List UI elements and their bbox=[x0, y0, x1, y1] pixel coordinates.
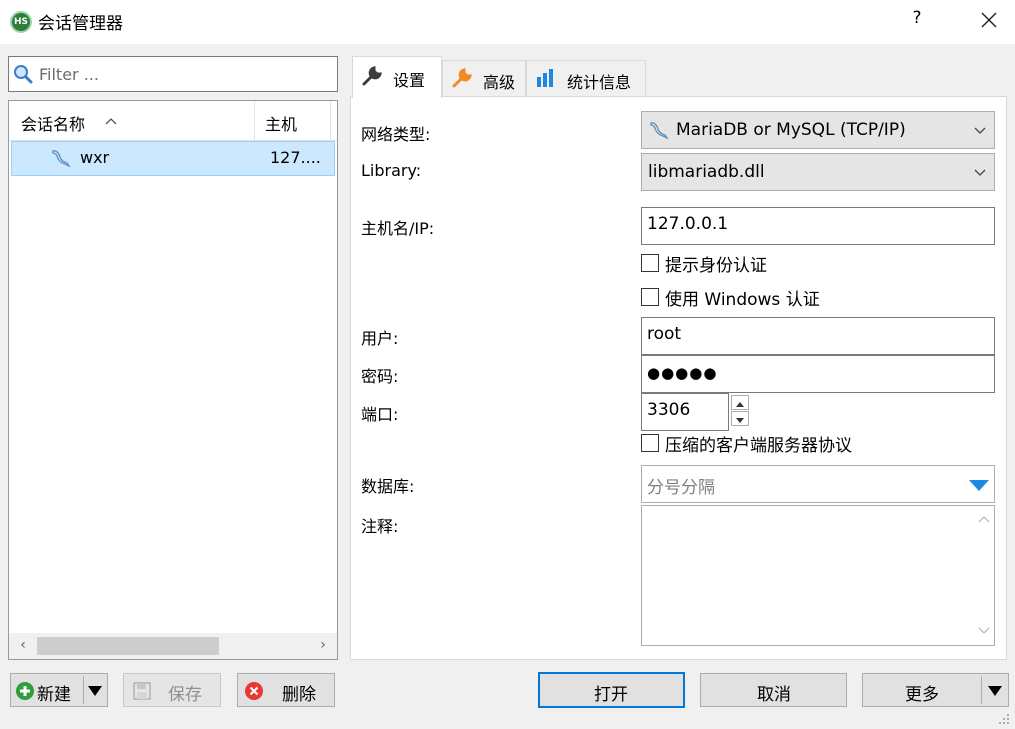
cancel-button-label: 取消 bbox=[757, 685, 791, 705]
hostname-input[interactable]: 127.0.0.1 bbox=[641, 207, 995, 245]
save-button-label: 保存 bbox=[168, 685, 202, 705]
add-icon bbox=[16, 682, 34, 700]
chevron-down-icon bbox=[974, 127, 986, 134]
mysql-dolphin-icon bbox=[52, 150, 71, 168]
split-divider bbox=[83, 676, 84, 704]
search-icon bbox=[14, 65, 33, 84]
wrench-icon bbox=[452, 68, 472, 88]
hostname-value: 127.0.0.1 bbox=[647, 214, 729, 234]
library-label: Library: bbox=[361, 161, 422, 180]
tab-statistics-label: 统计信息 bbox=[567, 73, 632, 92]
more-button[interactable]: 更多 bbox=[862, 673, 1009, 707]
cancel-button[interactable]: 取消 bbox=[700, 673, 847, 707]
resize-grip-icon[interactable] bbox=[997, 712, 1011, 726]
mysql-dolphin-icon bbox=[650, 122, 669, 140]
tab-statistics[interactable]: 统计信息 bbox=[526, 60, 646, 96]
prompt-auth-label: 提示身份认证 bbox=[665, 256, 767, 276]
network-type-value: MariaDB or MySQL (TCP/IP) bbox=[676, 120, 906, 140]
horizontal-scrollbar[interactable]: ‹ › bbox=[9, 633, 337, 659]
bar-chart-icon bbox=[537, 69, 553, 87]
windows-auth-checkbox[interactable] bbox=[641, 288, 659, 306]
delete-button-label: 删除 bbox=[282, 685, 316, 705]
windows-auth-label: 使用 Windows 认证 bbox=[665, 290, 820, 310]
comment-label: 注释: bbox=[361, 517, 399, 536]
triangle-down-icon bbox=[736, 418, 744, 423]
column-header-host-label: 主机 bbox=[265, 115, 298, 134]
databases-label: 数据库: bbox=[361, 477, 415, 496]
port-input[interactable]: 3306 bbox=[641, 393, 729, 431]
split-divider bbox=[981, 676, 982, 704]
help-button[interactable]: ? bbox=[905, 8, 929, 34]
open-button-label: 打开 bbox=[594, 685, 628, 705]
scroll-down-arrow-icon[interactable] bbox=[978, 626, 990, 636]
new-button[interactable]: 新建 bbox=[10, 673, 108, 707]
dropdown-arrow-icon[interactable] bbox=[987, 685, 1003, 697]
scrollbar-thumb[interactable] bbox=[37, 637, 219, 655]
session-name: wxr bbox=[80, 148, 110, 167]
scroll-right-arrow-icon[interactable]: › bbox=[313, 637, 333, 655]
windows-auth-checkbox-row[interactable]: 使用 Windows 认证 bbox=[641, 285, 941, 310]
compressed-protocol-checkbox[interactable] bbox=[641, 434, 659, 452]
dropdown-triangle-icon[interactable] bbox=[968, 478, 990, 492]
prompt-auth-checkbox[interactable] bbox=[641, 254, 659, 272]
session-tree[interactable]: 会话名称 主机 wxr 127.... ‹ › bbox=[8, 100, 338, 660]
user-label: 用户: bbox=[361, 329, 399, 348]
comment-textarea[interactable] bbox=[641, 505, 995, 646]
settings-panel: 网络类型: MariaDB or MySQL (TCP/IP) Library:… bbox=[350, 96, 1007, 660]
triangle-up-icon bbox=[736, 402, 744, 407]
user-value: root bbox=[647, 324, 682, 344]
network-type-label: 网络类型: bbox=[361, 125, 431, 144]
scroll-left-arrow-icon[interactable]: ‹ bbox=[13, 637, 33, 655]
network-type-select[interactable]: MariaDB or MySQL (TCP/IP) bbox=[641, 111, 995, 149]
library-select[interactable]: libmariadb.dll bbox=[641, 153, 995, 191]
filter-box bbox=[8, 56, 338, 92]
port-label: 端口: bbox=[361, 405, 399, 424]
compressed-checkbox-row[interactable]: 压缩的客户端服务器协议 bbox=[641, 431, 961, 456]
compressed-protocol-label: 压缩的客户端服务器协议 bbox=[665, 436, 852, 456]
column-header-name-label: 会话名称 bbox=[21, 115, 86, 134]
tab-settings-label: 设置 bbox=[393, 71, 426, 90]
session-row[interactable]: wxr 127.... bbox=[11, 141, 335, 176]
delete-button[interactable]: 删除 bbox=[237, 673, 335, 707]
hostname-label: 主机名/IP: bbox=[361, 219, 435, 238]
prompt-auth-checkbox-row[interactable]: 提示身份认证 bbox=[641, 251, 941, 276]
scroll-up-arrow-icon[interactable] bbox=[978, 514, 990, 524]
port-decrement-button[interactable] bbox=[731, 411, 749, 426]
comment-vertical-scrollbar[interactable] bbox=[974, 506, 994, 645]
floppy-disk-icon bbox=[133, 682, 151, 700]
filter-input[interactable] bbox=[39, 61, 329, 87]
new-button-label: 新建 bbox=[37, 685, 71, 705]
window-title: 会话管理器 bbox=[38, 14, 123, 34]
library-value: libmariadb.dll bbox=[648, 162, 765, 182]
port-value: 3306 bbox=[647, 400, 691, 420]
user-input[interactable]: root bbox=[641, 317, 995, 355]
column-header-name[interactable]: 会话名称 bbox=[9, 101, 255, 141]
save-button[interactable]: 保存 bbox=[123, 673, 221, 707]
wrench-icon bbox=[362, 66, 382, 86]
session-host: 127.... bbox=[270, 148, 321, 167]
databases-input[interactable]: 分号分隔 bbox=[641, 465, 995, 503]
open-button[interactable]: 打开 bbox=[538, 672, 685, 708]
password-input[interactable]: ●●●●● bbox=[641, 355, 995, 393]
close-button[interactable] bbox=[975, 6, 1003, 34]
chevron-down-icon bbox=[974, 169, 986, 176]
close-icon bbox=[981, 12, 997, 28]
sort-ascending-icon bbox=[105, 118, 117, 125]
password-value: ●●●●● bbox=[647, 364, 718, 382]
port-increment-button[interactable] bbox=[731, 395, 749, 410]
dropdown-arrow-icon[interactable] bbox=[87, 685, 103, 697]
tab-advanced-label: 高级 bbox=[483, 73, 516, 92]
more-button-label: 更多 bbox=[905, 685, 939, 705]
title-bar: HS 会话管理器 ? bbox=[0, 0, 1015, 44]
app-icon: HS bbox=[10, 11, 32, 33]
column-header-host[interactable]: 主机 bbox=[255, 101, 331, 141]
password-label: 密码: bbox=[361, 367, 399, 386]
delete-icon bbox=[245, 682, 263, 700]
databases-placeholder: 分号分隔 bbox=[647, 478, 715, 498]
tree-header: 会话名称 主机 bbox=[9, 101, 337, 141]
tab-advanced[interactable]: 高级 bbox=[442, 60, 526, 96]
tab-settings[interactable]: 设置 bbox=[352, 56, 442, 98]
